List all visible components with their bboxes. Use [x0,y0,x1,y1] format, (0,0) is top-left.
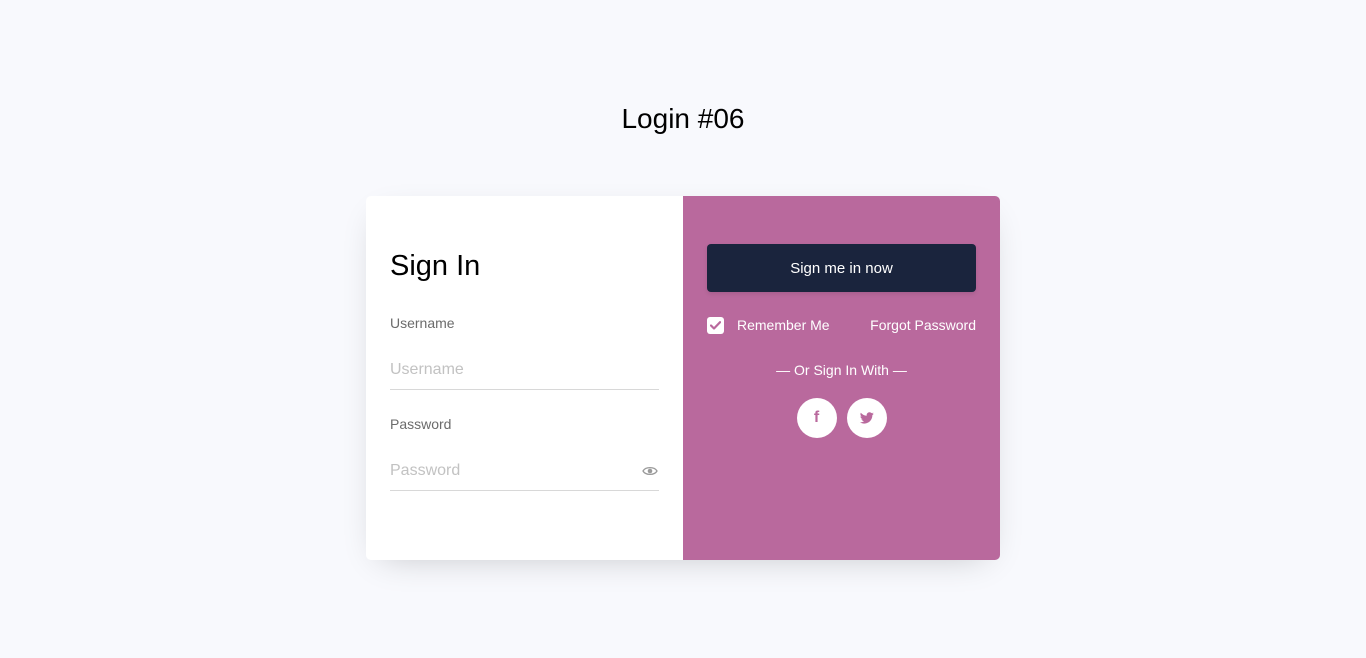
sign-in-heading: Sign In [390,250,481,282]
sign-in-button[interactable]: Sign me in now [707,244,976,292]
eye-icon[interactable] [642,465,658,477]
page-title: Login #06 [621,103,745,134]
password-label: Password [390,416,452,432]
login-page: Login #06 Sign In Username Password Sign… [0,0,1366,658]
facebook-button[interactable]: f [796,398,837,438]
twitter-icon [859,412,874,424]
facebook-icon: f [813,409,820,426]
remember-me-label[interactable]: Remember Me [737,317,830,333]
social-buttons: f [707,398,976,438]
remember-me-group: Remember Me [707,316,830,334]
sign-in-actions-panel: Sign me in now Remember Me Forgot Passwo… [683,196,1000,560]
forgot-password-link[interactable]: Forgot Password [870,317,976,333]
social-divider-text: — Or Sign In With — [776,362,907,378]
remember-row: Remember Me Forgot Password [707,316,976,334]
password-input[interactable] [390,451,659,491]
username-label: Username [390,315,455,331]
username-input[interactable] [390,350,659,390]
twitter-button[interactable] [846,398,887,438]
check-icon [710,320,721,330]
sign-in-form-panel: Sign In Username Password [366,196,683,560]
remember-me-checkbox[interactable] [707,316,724,334]
login-card: Sign In Username Password Sign me in now [366,196,1000,560]
